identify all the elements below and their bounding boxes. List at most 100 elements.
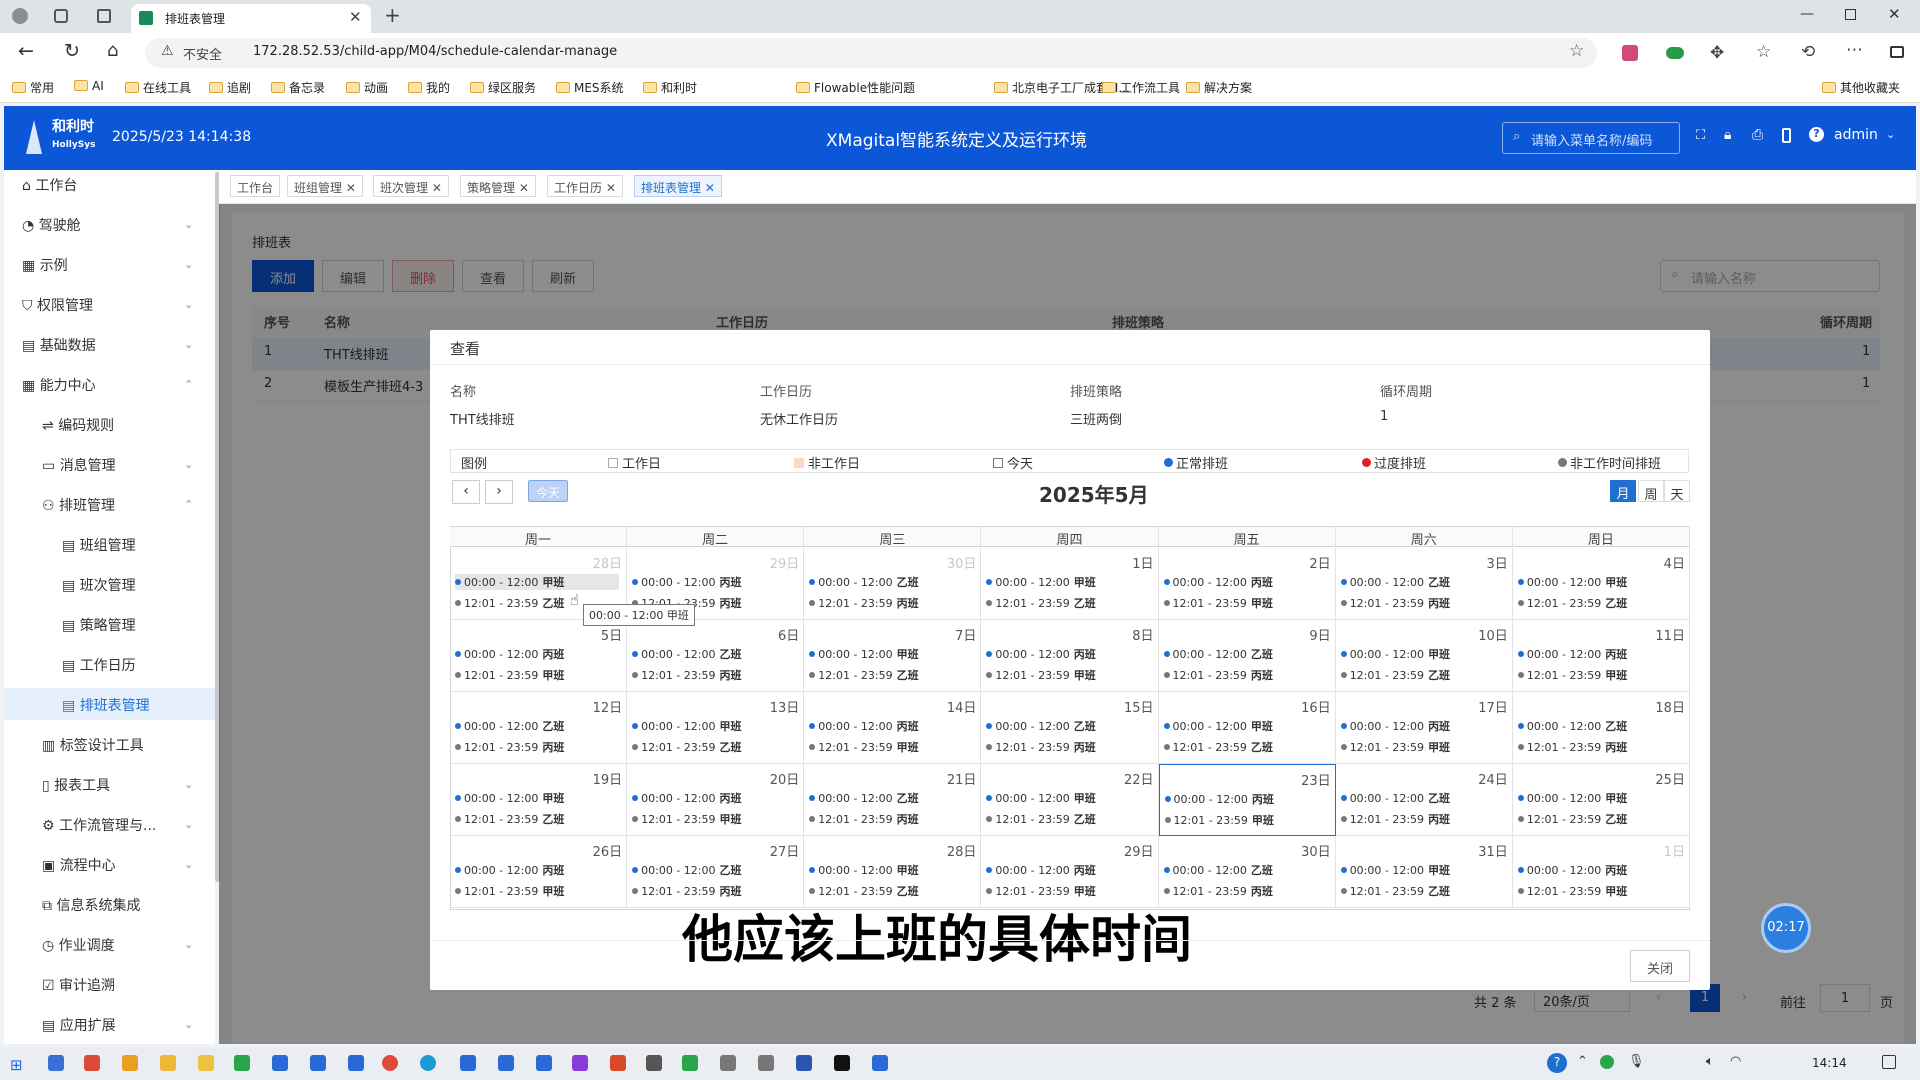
shift-event[interactable]: 00:00 - 12:00 丙班: [1163, 574, 1273, 590]
sidebar-item-examples[interactable]: ▦ 示例: [22, 255, 68, 275]
tray-mic-icon[interactable]: 🎙︎: [1628, 1054, 1645, 1069]
shift-event[interactable]: 12:01 - 23:59丙班: [632, 667, 742, 683]
shift-event[interactable]: 12:01 - 23:59 甲班: [455, 667, 564, 683]
shift-event[interactable]: 00:00 - 12:00 乙班: [1163, 862, 1273, 878]
close-tab-icon[interactable]: ✕: [349, 8, 362, 26]
mobile-icon[interactable]: [1782, 128, 1791, 143]
taskbar-app-icon[interactable]: [758, 1055, 774, 1071]
bookmark-6[interactable]: 我的: [408, 79, 450, 96]
shift-event[interactable]: 00:00 - 12:00 甲班: [1163, 718, 1273, 734]
minimize-icon[interactable]: —: [1800, 6, 1814, 22]
bookmark-13[interactable]: 解决方案: [1186, 79, 1252, 96]
tag-workbench[interactable]: 工作台: [230, 175, 281, 197]
calendar-day-cell[interactable]: 19日 00:00 - 12:00 甲班 12:01 - 23:59 乙班: [450, 764, 628, 836]
close-icon[interactable]: ✕: [519, 181, 529, 195]
calendar-day-cell[interactable]: 25日 00:00 - 12:00 甲班 12:01 - 23:59 乙班: [1512, 764, 1690, 836]
calendar-day-cell[interactable]: 2日 00:00 - 12:00 丙班 12:01 - 23:59 甲班: [1158, 548, 1336, 620]
tag-calendar[interactable]: 工作日历 ✕: [547, 175, 623, 197]
home-icon[interactable]: ⌂: [107, 40, 118, 61]
taskbar-app-icon[interactable]: [122, 1055, 138, 1071]
close-window-icon[interactable]: ✕: [1888, 5, 1901, 23]
calendar-day-cell[interactable]: 1日 00:00 - 12:00 甲班 12:01 - 23:59 乙班: [981, 548, 1159, 620]
bookmark-3[interactable]: 追剧: [209, 79, 251, 96]
shift-event[interactable]: 12:01 - 23:59丙班: [1163, 667, 1273, 683]
taskbar-app-icon[interactable]: [834, 1055, 850, 1071]
shift-event[interactable]: 00:00 - 12:00 乙班: [809, 574, 919, 590]
taskbar-app-icon[interactable]: [646, 1055, 662, 1071]
taskbar-app-icon[interactable]: [610, 1055, 626, 1071]
calendar-day-cell[interactable]: 31日 00:00 - 12:00 甲班 12:01 - 23:59 乙班: [1335, 836, 1513, 908]
calendar-day-cell[interactable]: 17日 00:00 - 12:00 丙班 12:01 - 23:59 甲班: [1335, 692, 1513, 764]
sidebar-item-permissions[interactable]: ⛉ 权限管理: [22, 295, 93, 315]
shift-event[interactable]: 00:00 - 12:00 丙班: [809, 718, 919, 734]
calendar-day-cell[interactable]: 7日 00:00 - 12:00 甲班 12:01 - 23:59 乙班: [804, 620, 982, 692]
tray-network-icon[interactable]: ◠: [1730, 1054, 1741, 1069]
close-icon[interactable]: ✕: [432, 181, 442, 195]
fullscreen-icon[interactable]: ⛶: [1696, 128, 1705, 143]
bookmark-other[interactable]: 其他收藏夹: [1822, 79, 1900, 96]
user-name[interactable]: admin: [1834, 127, 1878, 143]
taskbar-app-icon[interactable]: [460, 1055, 476, 1071]
taskbar-app-icon[interactable]: [272, 1055, 288, 1071]
taskbar-app-icon[interactable]: [720, 1055, 736, 1071]
close-icon[interactable]: ✕: [346, 181, 356, 195]
shift-event[interactable]: 00:00 - 12:00 丙班: [455, 862, 564, 878]
shift-event[interactable]: 12:01 - 23:59 甲班: [809, 739, 919, 755]
history-icon[interactable]: ⟲: [1801, 42, 1815, 62]
shift-event[interactable]: 12:01 - 23:59丙班: [632, 883, 742, 899]
tray-volume-icon[interactable]: 🔈︎: [1706, 1054, 1714, 1069]
taskbar-wechat-icon[interactable]: [234, 1055, 250, 1071]
print-icon[interactable]: ⎙: [1752, 127, 1763, 143]
calendar-day-cell[interactable]: 5日 00:00 - 12:00 丙班 12:01 - 23:59 甲班: [450, 620, 628, 692]
sidebar-item-process[interactable]: ▣ 流程中心: [42, 855, 116, 875]
tag-strategy[interactable]: 策略管理 ✕: [460, 175, 536, 197]
sidebar-item-team[interactable]: ▤ 班组管理: [62, 535, 136, 555]
shift-event[interactable]: 00:00 - 12:00 丙班: [986, 646, 1096, 662]
sidebar-item-cockpit[interactable]: ◔ 驾驶舱: [22, 215, 81, 235]
shift-event[interactable]: 00:00 - 12:00 乙班: [1340, 790, 1450, 806]
menu-search-input[interactable]: ⌕ 请输入菜单名称/编码: [1502, 122, 1680, 154]
bookmark-4[interactable]: 备忘录: [271, 79, 325, 96]
taskbar-chrome-icon[interactable]: [382, 1055, 398, 1071]
timer-badge[interactable]: 02:17: [1761, 903, 1811, 953]
shift-event[interactable]: 12:01 - 23:59丙班: [455, 739, 564, 755]
sidebar-item-report[interactable]: ▯ 报表工具: [42, 775, 110, 795]
calendar-day-cell[interactable]: 20日 00:00 - 12:00 丙班 12:01 - 23:59 甲班: [627, 764, 805, 836]
shift-event[interactable]: 00:00 - 12:00 乙班: [1340, 574, 1450, 590]
shift-event[interactable]: 12:01 - 23:59 甲班: [1517, 883, 1627, 899]
shift-event[interactable]: 12:01 - 23:59丙班: [1340, 595, 1450, 611]
shift-event[interactable]: 00:00 - 12:00 乙班: [632, 862, 742, 878]
bookmark-10[interactable]: Flowable性能问题: [796, 79, 915, 96]
calendar-day-cell[interactable]: 11日 00:00 - 12:00 丙班 12:01 - 23:59 甲班: [1512, 620, 1690, 692]
collections-icon[interactable]: [54, 9, 68, 23]
calendar-day-cell[interactable]: 12日 00:00 - 12:00 乙班 12:01 - 23:59 丙班: [450, 692, 628, 764]
new-tab-icon[interactable]: +: [384, 3, 401, 27]
shift-event[interactable]: 00:00 - 12:00 甲班: [986, 790, 1096, 806]
shift-event[interactable]: 00:00 - 12:00 甲班: [1517, 790, 1627, 806]
lock-icon[interactable]: 🔒︎: [1724, 127, 1731, 143]
taskbar-app-icon[interactable]: [498, 1055, 514, 1071]
tag-schedule-table[interactable]: 排班表管理 ✕: [634, 175, 722, 197]
shift-event[interactable]: 00:00 - 12:00 甲班: [1517, 574, 1627, 590]
calendar-day-cell[interactable]: 24日 00:00 - 12:00 乙班 12:01 - 23:59 丙班: [1335, 764, 1513, 836]
favorite-star-icon[interactable]: ☆: [1569, 41, 1584, 61]
extension-translate-icon[interactable]: [1622, 45, 1638, 61]
shift-event[interactable]: 12:01 - 23:59丙班: [1340, 811, 1450, 827]
shift-event[interactable]: 12:01 - 23:59 甲班: [632, 811, 742, 827]
calendar-day-cell[interactable]: 1日 00:00 - 12:00 丙班 12:01 - 23:59 甲班: [1512, 836, 1690, 908]
calendar-day-cell[interactable]: 14日 00:00 - 12:00 丙班 12:01 - 23:59 甲班: [804, 692, 982, 764]
tab-actions-icon[interactable]: [97, 9, 111, 23]
shift-event[interactable]: 12:01 - 23:59丙班: [986, 739, 1096, 755]
tag-team[interactable]: 班组管理 ✕: [287, 175, 363, 197]
shift-event[interactable]: 00:00 - 12:00 甲班: [809, 646, 919, 662]
shift-event[interactable]: 12:01 - 23:59 乙班: [809, 883, 919, 899]
sidebar-item-messages[interactable]: ▭ 消息管理: [42, 455, 116, 475]
shift-event[interactable]: 12:01 - 23:59 甲班: [986, 883, 1096, 899]
shift-event[interactable]: 00:00 - 12:00 乙班: [809, 790, 919, 806]
shift-event[interactable]: 12:01 - 23:59 乙班: [455, 595, 564, 611]
shift-event[interactable]: 12:01 - 23:59丙班: [1163, 883, 1273, 899]
shift-event[interactable]: 00:00 - 12:00 丙班: [1340, 718, 1450, 734]
calendar-day-cell[interactable]: 3日 00:00 - 12:00 乙班 12:01 - 23:59 丙班: [1335, 548, 1513, 620]
sidebar-item-workflow[interactable]: ⚙ 工作流管理与...: [42, 815, 156, 835]
shift-event[interactable]: 00:00 - 12:00 甲班: [632, 718, 742, 734]
